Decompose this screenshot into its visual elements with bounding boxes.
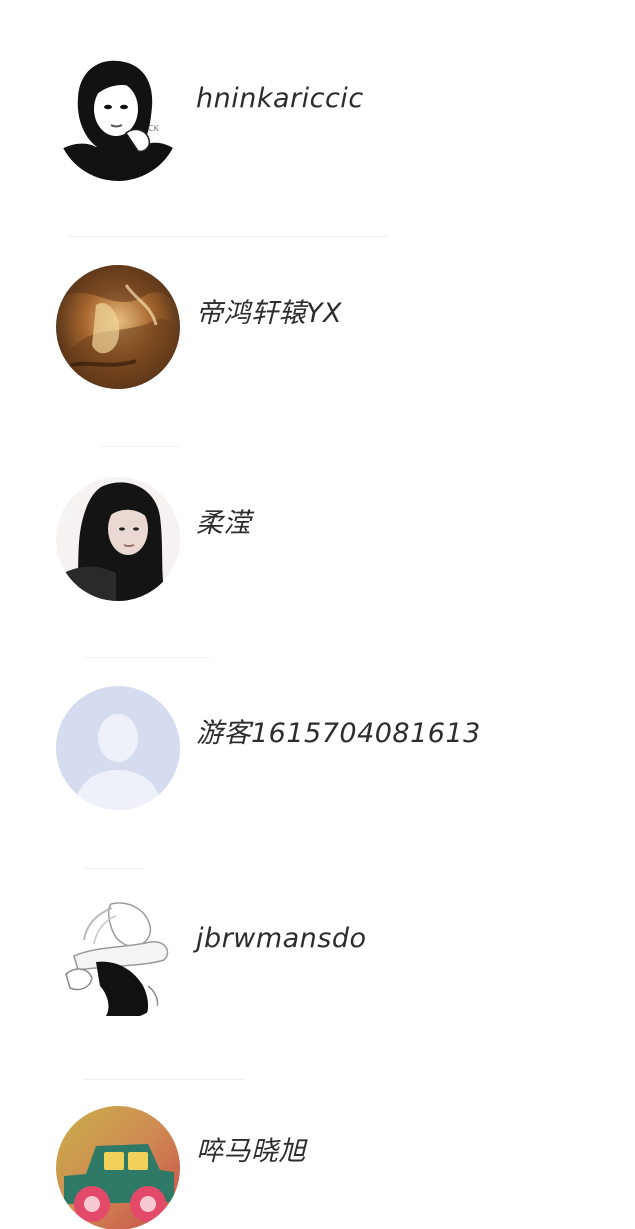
username: 帝鸿轩辕YX — [196, 298, 342, 329]
user-row-2[interactable]: 帝鸿轩辕YX — [0, 225, 635, 435]
default-person-avatar-icon[interactable] — [56, 686, 180, 810]
toy-car-avatar-icon[interactable] — [56, 1106, 180, 1229]
user-row-1[interactable]: CK hninkariccic — [0, 15, 635, 225]
painting-avatar-icon[interactable] — [56, 265, 180, 389]
svg-text:CK: CK — [148, 124, 160, 133]
user-row-5[interactable]: jbrwmansdo — [0, 855, 635, 1065]
user-row-4[interactable]: 游客1615704081613 — [0, 645, 635, 855]
user-row-3[interactable]: 柔滢 — [0, 435, 635, 645]
username: 柔滢 — [196, 508, 251, 539]
girl-sketch-avatar-icon[interactable]: CK — [56, 57, 180, 181]
username: jbrwmansdo — [196, 923, 367, 954]
user-row-6[interactable]: 啐马晓旭 — [0, 1065, 635, 1229]
user-list: CK hninkariccic 帝鸿轩辕YX 柔滢 游客161570408161… — [0, 0, 635, 1229]
girl-photo-avatar-icon[interactable] — [56, 477, 180, 601]
username: 啐马晓旭 — [196, 1136, 306, 1167]
username: 游客1615704081613 — [196, 718, 481, 749]
sketch-figure-avatar-icon[interactable] — [56, 896, 180, 1020]
username: hninkariccic — [196, 83, 364, 114]
